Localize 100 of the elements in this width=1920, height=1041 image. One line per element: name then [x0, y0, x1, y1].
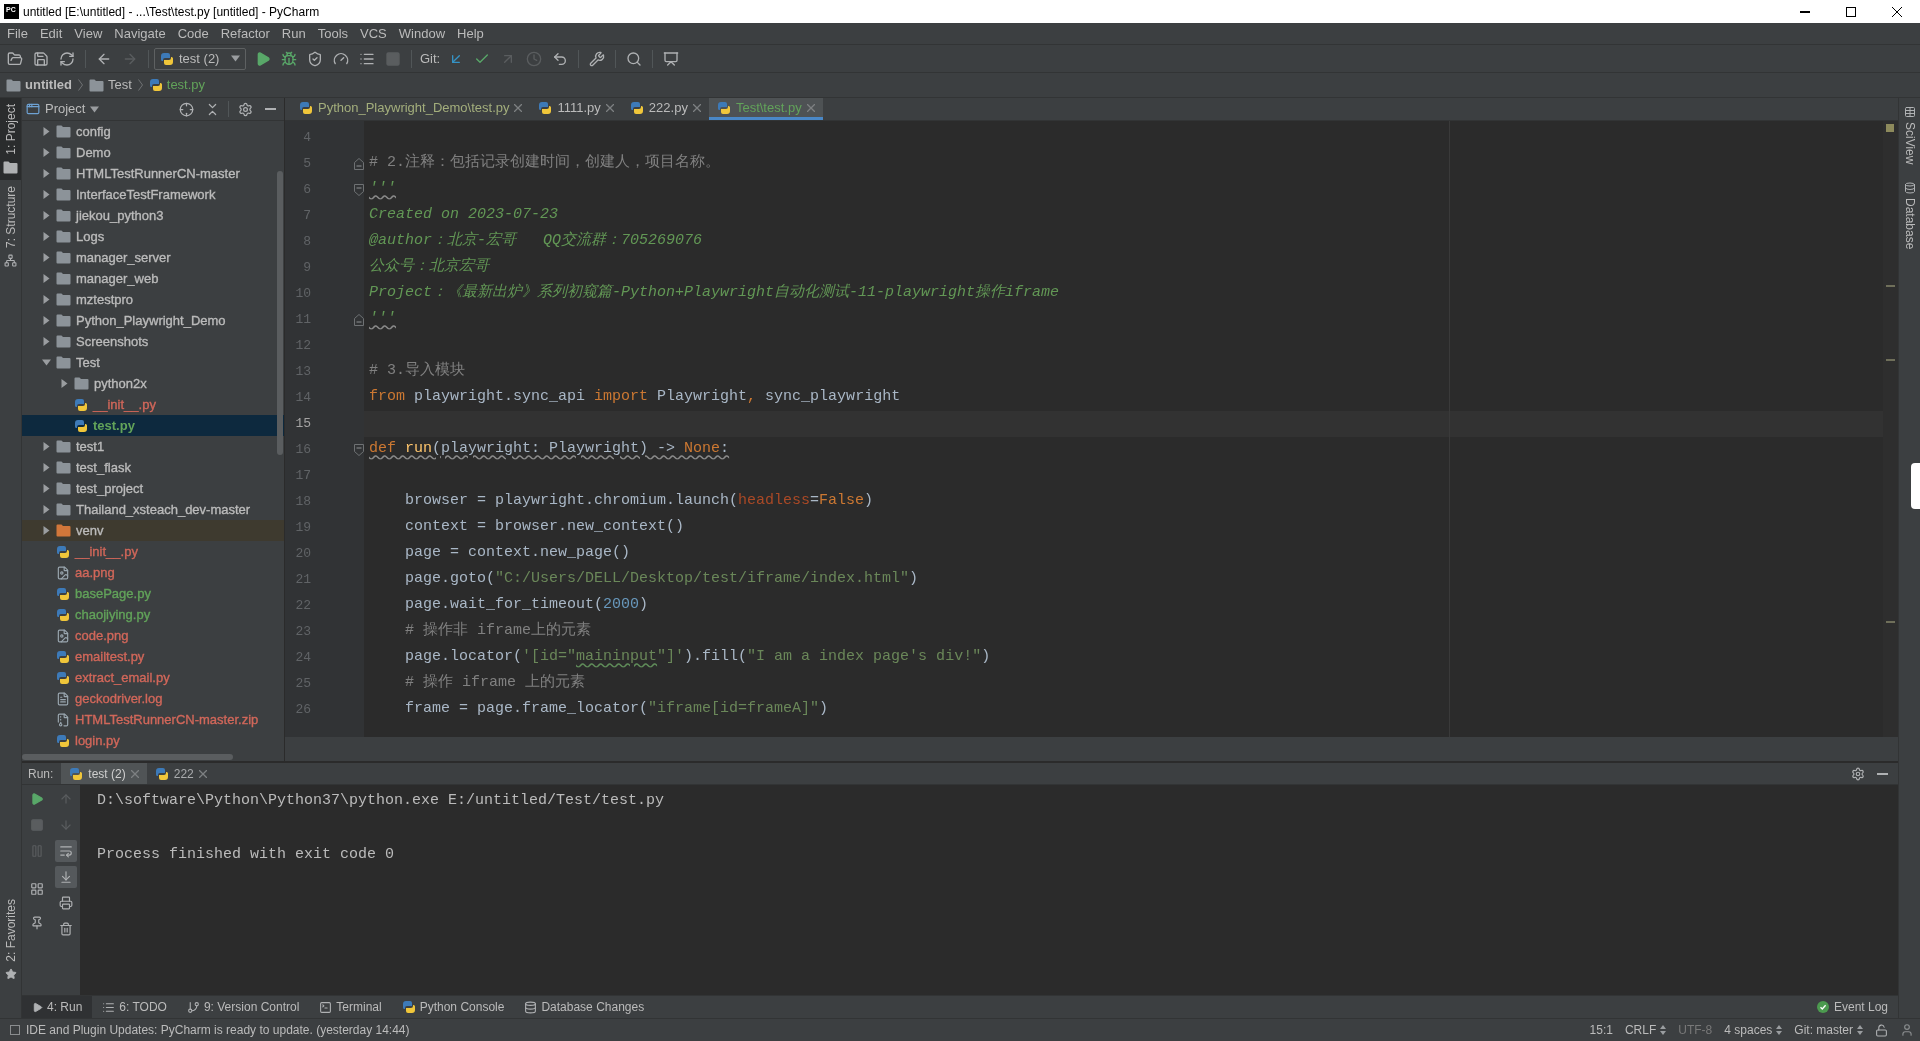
run-tab[interactable]: test (2) — [61, 763, 147, 784]
chevron-right-icon — [77, 79, 83, 91]
window-icon — [26, 102, 40, 116]
tree-item[interactable]: jiekou_python3 — [22, 205, 284, 226]
tree-item[interactable]: Thailand_xsteach_dev-master — [22, 499, 284, 520]
shield-icon — [307, 50, 323, 67]
tree-item[interactable]: test.py — [22, 415, 284, 436]
code-line: page = context.new_page() — [404, 543, 631, 563]
status-item[interactable]: 15:1 — [1583, 1019, 1619, 1041]
status-item[interactable]: Git: master — [1788, 1019, 1869, 1041]
scroll-to-end-button[interactable] — [54, 866, 77, 888]
tool-window-tab[interactable]: 1: Project — [0, 98, 21, 180]
run-config-selector[interactable]: test (2) — [154, 47, 246, 70]
tree-item[interactable]: manager_web — [22, 268, 284, 289]
tree-item[interactable]: extract_email.py — [22, 667, 284, 688]
tree-item[interactable]: manager_server — [22, 247, 284, 268]
folder-icon — [56, 503, 71, 516]
menu-item[interactable]: Help — [451, 23, 490, 44]
breadcrumb[interactable]: Test — [88, 75, 132, 95]
settings-icon — [237, 101, 253, 117]
menu-item[interactable]: Tools — [311, 23, 355, 44]
python-icon — [160, 51, 174, 66]
terminal-icon — [319, 1000, 333, 1014]
close-icon — [1892, 6, 1902, 17]
menu-item[interactable]: Run — [275, 23, 312, 44]
tool-window-tab[interactable]: 2: Favorites — [0, 891, 21, 988]
tree-item[interactable]: chaojiying.py — [22, 604, 284, 625]
tree-item[interactable]: test_flask — [22, 457, 284, 478]
folder-icon — [56, 461, 71, 474]
close-icon — [130, 769, 139, 778]
code-line: page.goto("C:/Users/DELL/Desktop/test/iframe/index.html") — [404, 569, 919, 589]
tree-item[interactable]: python2x — [22, 373, 284, 394]
tool-window-button[interactable]: 6: TODO — [92, 996, 177, 1018]
python-file-icon — [56, 607, 70, 622]
menu-item[interactable]: VCS — [354, 23, 393, 44]
python-file-icon — [56, 733, 70, 748]
menu-item[interactable]: Navigate — [108, 23, 172, 44]
breadcrumb[interactable]: untitled — [6, 75, 72, 95]
console-line: Process finished with exit code 0 — [97, 845, 395, 865]
python-file-icon — [148, 78, 163, 92]
tree-item[interactable]: emailtest.py — [22, 646, 284, 667]
menu-item[interactable]: Edit — [33, 23, 69, 44]
view-selector[interactable]: Project — [26, 99, 100, 119]
menu-item[interactable]: Refactor — [214, 23, 276, 44]
folder-icon — [56, 125, 71, 138]
code-line: ''' — [369, 309, 396, 329]
tool-window-tab[interactable]: 7: Structure — [0, 179, 21, 273]
tool-window-button[interactable]: 9: Version Control — [176, 996, 310, 1018]
tree-item[interactable]: Screenshots — [22, 331, 284, 352]
tree-item[interactable]: venv — [22, 520, 284, 541]
minimize-icon — [264, 108, 276, 110]
tool-window-tab[interactable]: SciView — [1899, 106, 1920, 165]
menu-item[interactable]: Code — [171, 23, 215, 44]
editor-tab[interactable]: 222.py — [621, 98, 709, 120]
folder-icon — [88, 78, 104, 92]
search-icon — [626, 50, 643, 67]
hierarchy-icon — [4, 253, 17, 267]
menu-item[interactable]: View — [68, 23, 109, 44]
tree-item[interactable]: Test — [22, 352, 284, 373]
tree-item[interactable]: __init__.py — [22, 394, 284, 415]
tree-item[interactable]: __init__.py — [22, 541, 284, 562]
event-log-button[interactable]: Event Log — [1812, 996, 1892, 1018]
tree-item[interactable]: Python_Playwright_Demo — [22, 310, 284, 331]
tool-window-button[interactable]: Database Changes — [514, 996, 655, 1018]
code-line: @author：北京-宏哥 QQ交流群：705269076 — [369, 230, 703, 251]
menu-item[interactable]: Window — [392, 23, 452, 44]
folder-icon — [56, 209, 71, 222]
python-file-icon — [74, 418, 88, 433]
tree-item[interactable]: InterfaceTestFramework — [22, 184, 284, 205]
tool-window-button[interactable]: 4: Run — [22, 996, 93, 1018]
tool-window-tab[interactable]: Database — [1899, 182, 1920, 250]
soft-wrap-button[interactable] — [54, 840, 77, 862]
tree-item[interactable]: login.py — [22, 730, 284, 751]
tree-item[interactable]: basePage.py — [22, 583, 284, 604]
editor-tab[interactable]: 1111.py — [530, 98, 622, 120]
tree-item[interactable]: Demo — [22, 142, 284, 163]
folder-icon — [74, 377, 89, 390]
tool-window-button[interactable]: Terminal — [309, 996, 392, 1018]
code-line: page.locator('[id="maininput"]').fill("I am a index page's div!") — [404, 647, 991, 667]
list-icon — [102, 1000, 116, 1014]
editor-tab[interactable]: Python_Playwright_Demo\test.py — [291, 98, 531, 120]
tree-item[interactable]: Logs — [22, 226, 284, 247]
tool-window-button[interactable]: Python Console — [391, 996, 515, 1018]
breadcrumb[interactable]: test.py — [148, 75, 206, 95]
tree-item[interactable]: mztestpro — [22, 289, 284, 310]
play-icon — [255, 50, 271, 67]
tree-item[interactable]: test_project — [22, 478, 284, 499]
tree-item[interactable]: config — [22, 121, 284, 142]
status-item[interactable]: CRLF — [1618, 1019, 1673, 1041]
status-message: IDE and Plugin Updates: PyCharm is ready to update. (yesterday 14:44) — [26, 1022, 410, 1039]
status-item[interactable]: 4 spaces — [1718, 1019, 1789, 1041]
folder-icon — [56, 335, 71, 348]
menu-item[interactable]: File — [1, 23, 34, 44]
code-line: ''' — [369, 179, 396, 199]
tree-item[interactable]: geckodriver.log — [22, 688, 284, 709]
tree-item[interactable]: code.png — [22, 625, 284, 646]
tree-item[interactable]: HTMLTestRunnerCN-master — [22, 163, 284, 184]
tree-item[interactable]: aa.png — [22, 562, 284, 583]
tree-item[interactable]: HTMLTestRunnerCN-master.zip — [22, 709, 284, 730]
tree-item[interactable]: test1 — [22, 436, 284, 457]
